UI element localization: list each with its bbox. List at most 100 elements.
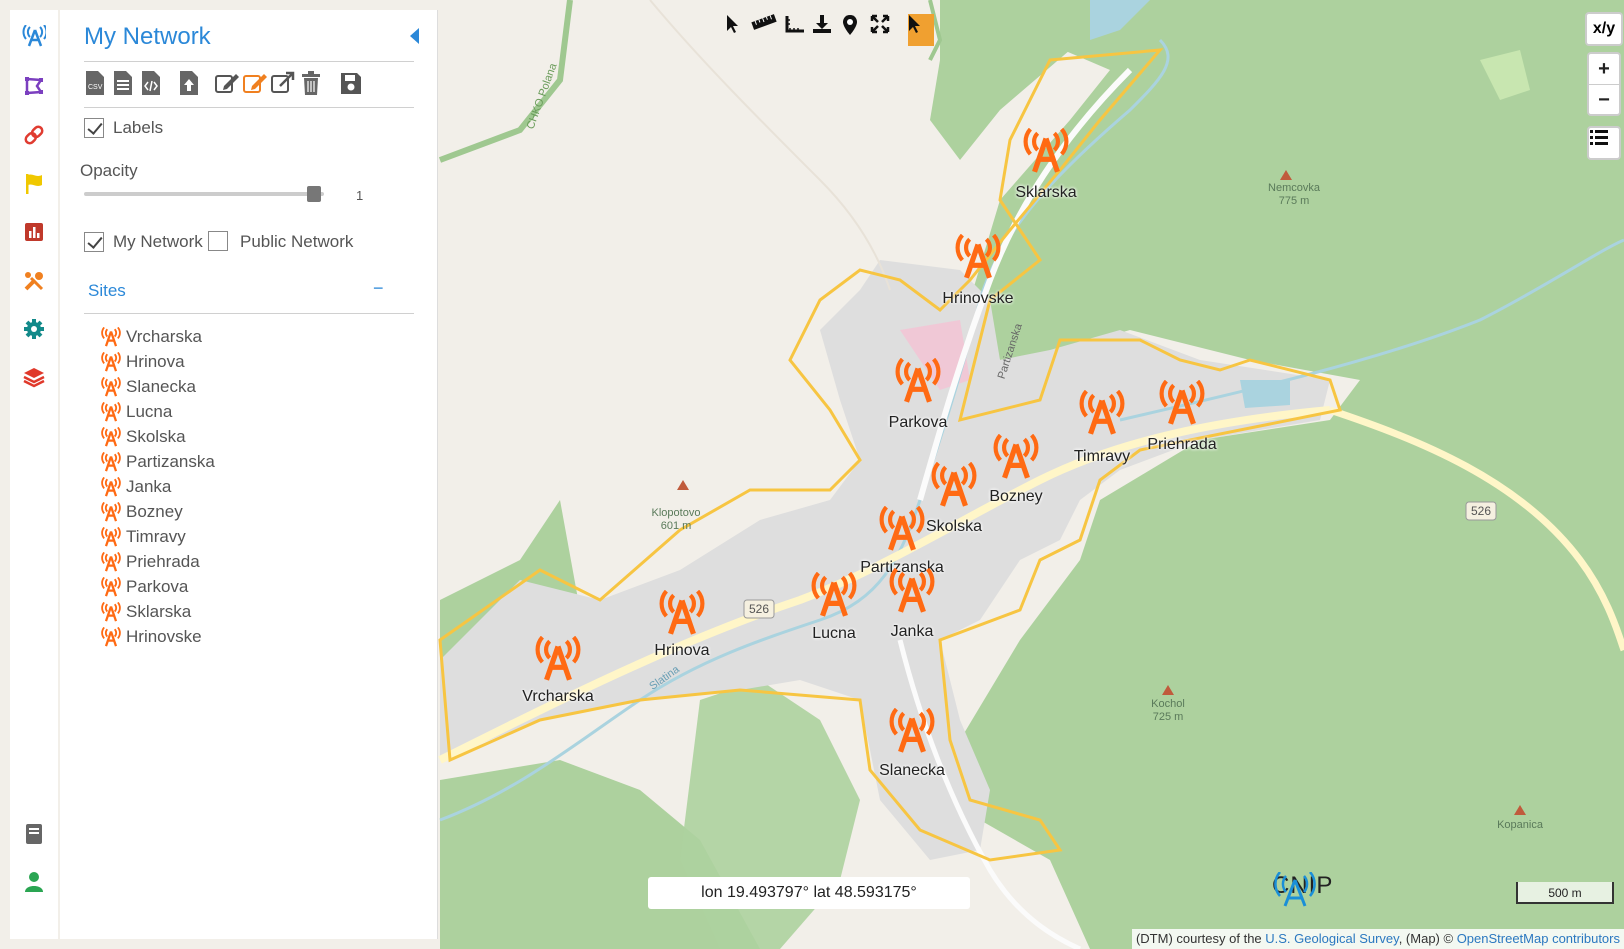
site-marker-label[interactable]: Sklarska: [1015, 184, 1076, 202]
site-marker-label[interactable]: Vrcharska: [522, 688, 593, 706]
user-profile-icon[interactable]: [22, 870, 46, 894]
network-panel: My Network CSV Labels Opacity 1 My Netwo…: [60, 10, 438, 939]
site-marker-label[interactable]: Hrinovske: [942, 290, 1013, 308]
antenna-marker-icon: [1023, 128, 1069, 173]
peak-label-nemcovka: Nemcovka 775 m: [1268, 182, 1320, 207]
site-name: Slanecka: [126, 376, 196, 396]
site-list-item[interactable]: Hrinova: [100, 349, 215, 374]
antenna-icon: [101, 401, 121, 421]
tools-icon[interactable]: [22, 269, 46, 293]
site-name: Skolska: [126, 426, 186, 446]
public-network-label: Public Network: [240, 232, 354, 251]
site-list-item[interactable]: Vrcharska: [100, 324, 215, 349]
site-list-item[interactable]: Sklarska: [100, 599, 215, 624]
export-document-icon[interactable]: [112, 70, 136, 98]
antenna-marker-icon: [889, 708, 935, 753]
flag-icon[interactable]: [22, 172, 46, 196]
site-list-item[interactable]: Lucna: [100, 399, 215, 424]
delete-trash-icon[interactable]: [300, 70, 324, 98]
opacity-value: 1: [356, 188, 364, 203]
opacity-slider-track[interactable]: [84, 192, 324, 196]
antenna-marker-icon: [1079, 390, 1125, 435]
site-list-item[interactable]: Skolska: [100, 424, 215, 449]
site-list-item[interactable]: Janka: [100, 474, 215, 499]
sites-header[interactable]: Sites: [88, 281, 126, 301]
legend-list-icon[interactable]: [1587, 126, 1621, 160]
my-network-checkbox[interactable]: [84, 232, 104, 252]
site-name: Hrinova: [126, 351, 185, 371]
site-list-item[interactable]: Parkova: [100, 574, 215, 599]
labels-checkbox[interactable]: [84, 118, 104, 138]
site-list-item[interactable]: Bozney: [100, 499, 215, 524]
usgs-link[interactable]: U.S. Geological Survey: [1265, 931, 1398, 946]
coordinate-format-button[interactable]: x/y: [1585, 12, 1623, 46]
antenna-icon: [101, 501, 121, 521]
site-list-item[interactable]: Partizanska: [100, 449, 215, 474]
book-icon[interactable]: [22, 822, 46, 846]
fullscreen-icon[interactable]: [870, 14, 894, 46]
antenna-icon: [101, 326, 121, 346]
site-list-item[interactable]: Hrinovske: [100, 624, 215, 649]
edit-icon[interactable]: [214, 70, 239, 98]
site-list-item[interactable]: Priehrada: [100, 549, 215, 574]
cnip-logo: CNIP: [1268, 872, 1333, 907]
angle-measure-icon[interactable]: [784, 14, 808, 46]
site-name: Timravy: [126, 526, 186, 546]
antenna-marker-icon: [659, 590, 705, 635]
zoom-out-button[interactable]: −: [1589, 85, 1619, 115]
antenna-icon: [101, 601, 121, 621]
collapse-panel-icon[interactable]: [410, 28, 419, 44]
site-name: Sklarska: [126, 601, 192, 621]
antenna-marker-icon: [993, 434, 1039, 479]
site-marker-label[interactable]: Skolska: [926, 518, 982, 536]
antenna-icon: [101, 476, 121, 496]
edit-active-icon[interactable]: [242, 70, 267, 98]
export-csv-icon[interactable]: CSV: [84, 70, 108, 98]
site-name: Vrcharska: [126, 326, 202, 346]
ruler-icon[interactable]: [750, 14, 780, 46]
panel-title: My Network: [84, 23, 211, 50]
select-tool-icon[interactable]: [726, 14, 746, 46]
chart-icon[interactable]: [22, 220, 46, 244]
site-marker-label[interactable]: Janka: [891, 623, 934, 641]
antenna-icon: [101, 451, 121, 471]
external-link-icon[interactable]: [270, 70, 295, 98]
export-code-icon[interactable]: [140, 70, 164, 98]
network-antenna-icon[interactable]: [22, 24, 46, 48]
osm-link[interactable]: OpenStreetMap contributors: [1457, 931, 1620, 946]
labels-label: Labels: [113, 118, 164, 137]
download-icon[interactable]: [812, 14, 836, 46]
site-marker-label[interactable]: Lucna: [812, 625, 856, 643]
layers-icon[interactable]: [22, 365, 46, 389]
settings-gear-icon[interactable]: [22, 317, 46, 341]
site-marker-label[interactable]: Priehrada: [1147, 436, 1216, 454]
antenna-icon: [101, 426, 121, 446]
save-icon[interactable]: [340, 70, 364, 98]
site-marker-label[interactable]: Hrinova: [654, 642, 709, 660]
site-marker-label[interactable]: Timravy: [1074, 448, 1130, 466]
site-list-item[interactable]: Slanecka: [100, 374, 215, 399]
svg-text:CSV: CSV: [88, 84, 103, 91]
divider: [84, 61, 414, 62]
site-marker-label[interactable]: Parkova: [889, 414, 948, 432]
public-network-checkbox[interactable]: [208, 231, 228, 251]
zoom-in-button[interactable]: +: [1589, 54, 1619, 85]
site-name: Priehrada: [126, 551, 200, 571]
map-attribution: (DTM) courtesy of the U.S. Geological Su…: [1131, 929, 1624, 949]
site-marker-label[interactable]: Slanecka: [879, 762, 945, 780]
polygon-area-icon[interactable]: [22, 74, 46, 98]
attribution-mid: , (Map) ©: [1398, 931, 1457, 946]
antenna-icon: [101, 351, 121, 371]
sites-collapse-button[interactable]: −: [373, 278, 384, 299]
site-list-item[interactable]: Timravy: [100, 524, 215, 549]
active-pointer-icon[interactable]: [908, 14, 934, 46]
site-name: Bozney: [126, 501, 183, 521]
upload-file-icon[interactable]: [178, 70, 202, 98]
link-icon[interactable]: [22, 123, 46, 147]
antenna-marker-icon: [955, 234, 1001, 279]
location-pin-icon[interactable]: [842, 14, 862, 46]
site-name: Parkova: [126, 576, 189, 596]
opacity-slider-handle[interactable]: [307, 186, 321, 202]
antenna-marker-icon: [535, 636, 581, 681]
site-marker-label[interactable]: Bozney: [989, 488, 1042, 506]
